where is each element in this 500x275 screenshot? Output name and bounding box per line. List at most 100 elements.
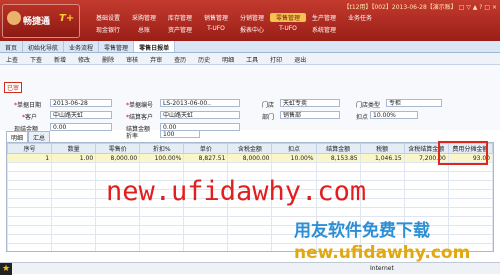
table-cell[interactable] <box>51 207 97 217</box>
table-cell[interactable] <box>51 234 97 244</box>
table-cell[interactable] <box>95 234 141 244</box>
menu-item[interactable]: 销售管理 <box>198 13 234 22</box>
table-cell[interactable]: 8,153.85 <box>315 153 361 163</box>
menu-item[interactable]: 现金银行 <box>90 25 126 34</box>
table-cell[interactable] <box>7 162 53 172</box>
table-cell[interactable] <box>51 198 97 208</box>
toolbar-button[interactable]: 弃审 <box>144 53 168 64</box>
menu-item[interactable]: T-UFO <box>270 25 306 34</box>
menu-item[interactable]: 总账 <box>126 25 162 34</box>
table-cell[interactable]: 8,000.00 <box>227 153 273 163</box>
table-cell[interactable] <box>227 234 273 244</box>
table-cell[interactable] <box>315 162 361 172</box>
dept-field[interactable]: 销售部 <box>280 111 340 119</box>
table-cell[interactable] <box>359 189 405 199</box>
column-header[interactable]: 折扣% <box>139 143 185 154</box>
table-cell[interactable] <box>95 243 141 251</box>
table-cell[interactable] <box>7 243 53 251</box>
column-header[interactable]: 结算金额 <box>315 143 361 154</box>
table-cell[interactable] <box>403 180 449 190</box>
menu-item[interactable]: 零售管理 <box>270 13 306 22</box>
menu-item[interactable]: 系统管理 <box>306 25 342 34</box>
table-cell[interactable] <box>7 171 53 181</box>
store-field[interactable]: 天虹专卖 <box>280 99 340 107</box>
table-cell[interactable] <box>7 207 53 217</box>
table-cell[interactable] <box>359 171 405 181</box>
table-cell[interactable] <box>447 180 493 190</box>
table-cell[interactable] <box>183 216 229 226</box>
column-header[interactable]: 含税金额 <box>227 143 273 154</box>
star-icon[interactable]: ★ <box>0 263 12 275</box>
table-cell[interactable]: 10.00% <box>271 153 317 163</box>
table-cell[interactable] <box>183 225 229 235</box>
table-cell[interactable] <box>7 216 53 226</box>
table-cell[interactable] <box>227 243 273 251</box>
column-header[interactable]: 序号 <box>7 143 53 154</box>
menu-item[interactable]: T-UFO <box>198 25 234 34</box>
table-cell[interactable] <box>7 234 53 244</box>
table-cell[interactable]: 1,046.15 <box>359 153 405 163</box>
table-cell[interactable] <box>403 198 449 208</box>
table-cell[interactable] <box>95 225 141 235</box>
table-cell[interactable] <box>51 180 97 190</box>
table-cell[interactable]: 8,000.00 <box>95 153 141 163</box>
table-cell[interactable] <box>95 207 141 217</box>
menu-item[interactable]: 业务任务 <box>342 13 378 22</box>
table-cell[interactable] <box>139 243 185 251</box>
table-cell[interactable] <box>7 225 53 235</box>
customer-field[interactable]: 中山路天虹 <box>50 111 112 119</box>
table-cell[interactable]: 1 <box>7 153 53 163</box>
table-cell[interactable] <box>51 216 97 226</box>
menu-item[interactable]: 分销管理 <box>234 13 270 22</box>
table-cell[interactable] <box>403 189 449 199</box>
menu-item[interactable]: 采购管理 <box>126 13 162 22</box>
toolbar-button[interactable]: 审核 <box>120 53 144 64</box>
column-header[interactable]: 单价 <box>183 143 229 154</box>
table-cell[interactable] <box>447 171 493 181</box>
table-cell[interactable] <box>95 162 141 172</box>
menu-item[interactable]: 基础设置 <box>90 13 126 22</box>
table-cell[interactable] <box>7 198 53 208</box>
table-cell[interactable] <box>447 207 493 217</box>
tab[interactable]: 零售管理 <box>99 41 135 52</box>
menu-item[interactable]: 报表中心 <box>234 25 270 34</box>
tab[interactable]: 零售日报单 <box>134 41 176 52</box>
table-cell[interactable] <box>51 162 97 172</box>
toolbar-button[interactable]: 明细 <box>216 53 240 64</box>
table-cell[interactable] <box>447 198 493 208</box>
tab[interactable]: 首页 <box>0 41 24 52</box>
rate-field[interactable]: 10.00% <box>370 111 418 119</box>
toolbar-button[interactable]: 上查 <box>0 53 24 64</box>
toolbar-button[interactable]: 退出 <box>288 53 312 64</box>
toolbar-button[interactable]: 修改 <box>72 53 96 64</box>
table-cell[interactable] <box>139 225 185 235</box>
table-cell[interactable] <box>403 171 449 181</box>
tab[interactable]: 初始化导航 <box>23 41 65 52</box>
table-cell[interactable] <box>271 162 317 172</box>
tab[interactable]: 业务流程 <box>64 41 100 52</box>
table-cell[interactable] <box>139 216 185 226</box>
table-cell[interactable] <box>359 180 405 190</box>
disc-field[interactable]: 100 <box>160 130 200 138</box>
column-header[interactable]: 扣点 <box>271 143 317 154</box>
column-header[interactable]: 数量 <box>51 143 97 154</box>
table-cell[interactable] <box>227 216 273 226</box>
table-cell[interactable] <box>139 162 185 172</box>
table-cell[interactable] <box>139 207 185 217</box>
table-cell[interactable] <box>227 162 273 172</box>
table-row[interactable]: 1 1.00 8,000.00 100.00% 8,827.51 8,000.00 10.0… <box>7 153 493 163</box>
table-cell[interactable] <box>183 243 229 251</box>
table-cell[interactable] <box>447 225 493 235</box>
table-cell[interactable] <box>7 189 53 199</box>
table-cell[interactable] <box>7 180 53 190</box>
toolbar-button[interactable]: 新增 <box>48 53 72 64</box>
toolbar-button[interactable]: 工具 <box>240 53 264 64</box>
column-header[interactable]: 税额 <box>359 143 405 154</box>
table-cell[interactable] <box>95 216 141 226</box>
storetype-field[interactable]: 专柜 <box>386 99 442 107</box>
cash-field[interactable]: 0.00 <box>50 123 112 131</box>
table-cell[interactable] <box>183 162 229 172</box>
table-cell[interactable] <box>183 234 229 244</box>
toolbar-button[interactable]: 历史 <box>192 53 216 64</box>
table-cell[interactable] <box>359 162 405 172</box>
